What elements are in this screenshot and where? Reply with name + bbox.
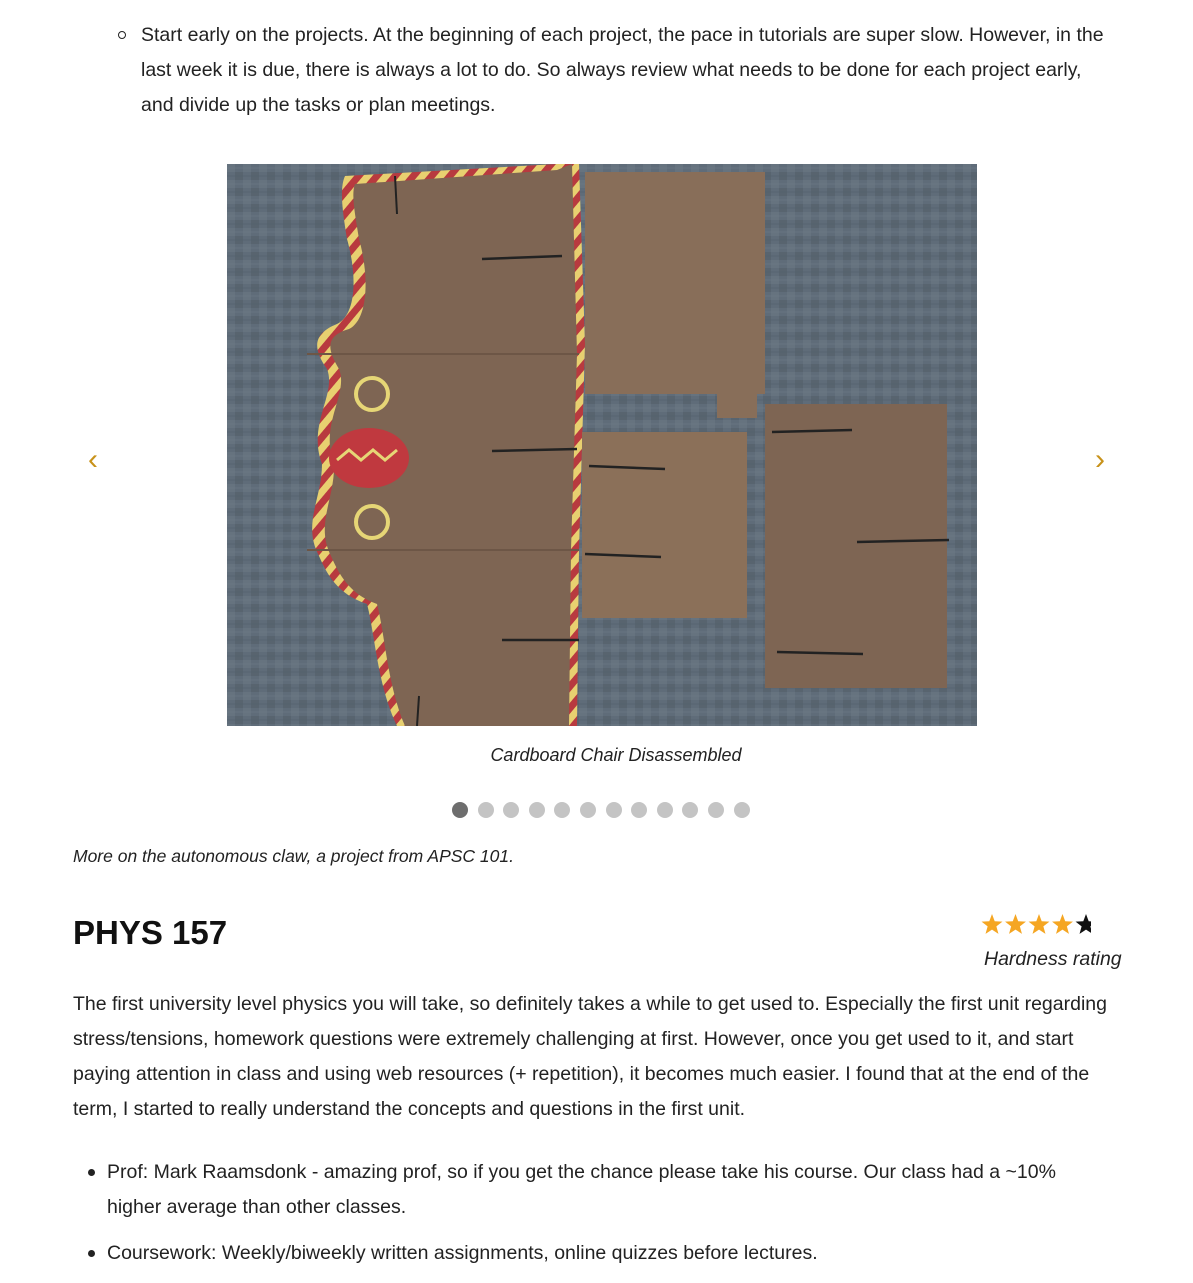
- list-item: Start early on the projects. At the begi…: [118, 18, 1118, 123]
- carousel-dot[interactable]: [503, 802, 520, 818]
- carousel-slide-image: [227, 164, 977, 726]
- project-tips-list: Start early on the projects. At the begi…: [118, 18, 1118, 123]
- section-note: More on the autonomous claw, a project f…: [73, 846, 514, 866]
- list-item: Coursework: Weekly/biweekly written assi…: [73, 1236, 1113, 1271]
- star-filled-icon: [1005, 914, 1026, 934]
- carousel-next-button[interactable]: ›: [1095, 445, 1105, 475]
- list-item-text: Prof: Mark Raamsdonk - amazing prof, so …: [107, 1161, 1056, 1218]
- carousel-dot[interactable]: [528, 802, 545, 818]
- star-filled-icon: [981, 914, 1003, 934]
- carousel-pagination: [452, 802, 750, 820]
- carousel-dot[interactable]: [656, 802, 673, 818]
- star-empty-icon: [1075, 914, 1091, 934]
- list-item-text: Coursework: Weekly/biweekly written assi…: [107, 1242, 818, 1264]
- star-filled-icon: [1052, 914, 1073, 934]
- carousel-dot[interactable]: [579, 802, 596, 818]
- list-item: Prof: Mark Raamsdonk - amazing prof, so …: [73, 1155, 1113, 1225]
- course-intro: The first university level physics you w…: [73, 993, 1107, 1120]
- hardness-rating-stars: [981, 914, 1091, 934]
- course-title: PHYS 157: [73, 914, 228, 951]
- hardness-rating-label: Hardness rating: [984, 948, 1122, 970]
- carousel-dot[interactable]: [707, 802, 724, 818]
- carousel-dot[interactable]: [452, 802, 468, 818]
- hollow-bullet-icon: [118, 31, 126, 39]
- carousel-dot[interactable]: [554, 802, 571, 818]
- bullet-icon: [88, 1169, 95, 1176]
- carousel-prev-button[interactable]: ‹: [88, 445, 98, 475]
- carousel-dot[interactable]: [477, 802, 494, 818]
- carousel-dot[interactable]: [682, 802, 699, 818]
- bullet-icon: [88, 1250, 95, 1257]
- slide-caption: Cardboard Chair Disassembled: [490, 745, 742, 765]
- star-filled-icon: [1028, 914, 1050, 934]
- carousel-dot[interactable]: [733, 802, 750, 818]
- course-details-list: Prof: Mark Raamsdonk - amazing prof, so …: [73, 1155, 1113, 1282]
- list-item-text: Start early on the projects. At the begi…: [141, 24, 1104, 116]
- carousel-dot[interactable]: [605, 802, 622, 818]
- carousel-dot[interactable]: [631, 802, 648, 818]
